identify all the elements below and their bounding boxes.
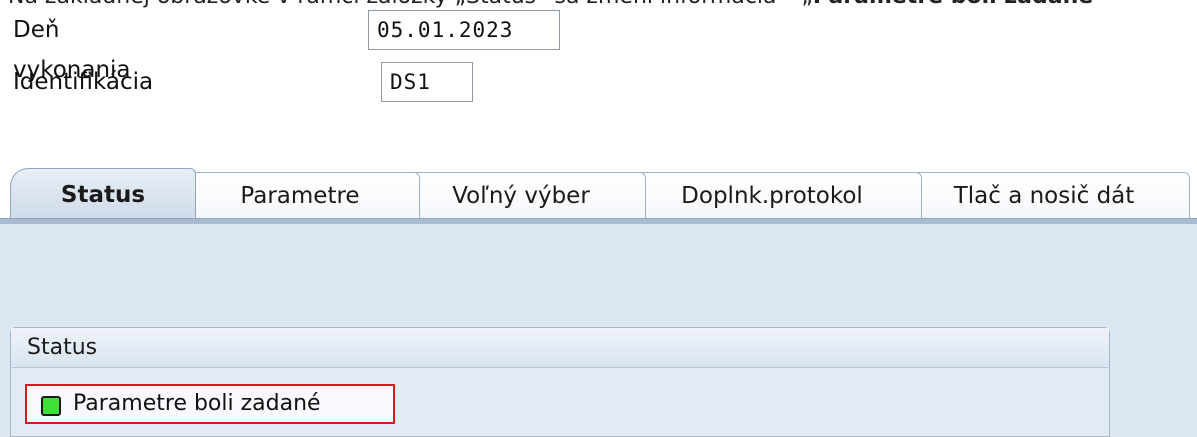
tab-label: Voľný výber	[452, 183, 590, 209]
status-message: Parametre boli zadané	[73, 391, 321, 416]
tab-free-selection[interactable]: Voľný výber	[396, 172, 646, 220]
green-status-light-icon	[41, 396, 61, 416]
tab-status[interactable]: Status	[10, 168, 196, 220]
tab-parameters[interactable]: Parametre	[180, 172, 420, 220]
tab-label: Tlač a nosič dát	[953, 183, 1135, 209]
tab-print-data-carrier[interactable]: Tlač a nosič dát	[898, 172, 1190, 220]
execution-date-input[interactable]: 05.01.2023	[368, 10, 560, 50]
tab-label: Status	[60, 182, 146, 208]
status-message-highlight: Parametre boli zadané	[25, 384, 395, 424]
identification-input[interactable]: DS1	[381, 62, 473, 102]
status-group-box: Status Parametre boli zadané	[10, 327, 1110, 437]
status-group-title: Status	[11, 328, 1109, 368]
identification-label: Identifikácia	[13, 69, 154, 95]
page-caption: Na základnej obrazovke v rámci záložky „…	[8, 0, 1188, 9]
tab-label: Doplnk.protokol	[681, 183, 863, 209]
tab-label: Parametre	[240, 183, 360, 209]
tab-additional-log[interactable]: Doplnk.protokol	[622, 172, 922, 220]
caption-bold-text: Parametre boli zadané	[813, 0, 1093, 9]
caption-text: Na základnej obrazovke v rámci záložky „…	[8, 0, 813, 9]
